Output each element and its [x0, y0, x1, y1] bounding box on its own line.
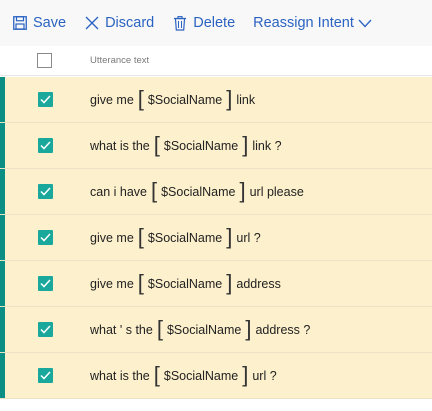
save-button[interactable]: Save	[12, 15, 66, 31]
checkmark-icon	[40, 325, 51, 334]
utterance-row[interactable]: what is the[ $SocialName] url ?	[0, 353, 432, 399]
utterance-row[interactable]: give me[ $SocialName] url ?	[0, 215, 432, 261]
entity-close-bracket: ]	[239, 177, 246, 203]
utterance-text-before: what is the	[90, 138, 150, 153]
entity-close-bracket: ]	[226, 269, 233, 295]
utterance-text-before: can i have	[90, 184, 147, 199]
utterance-text: give me[ $SocialName] address	[90, 261, 281, 306]
delete-label: Delete	[193, 15, 236, 31]
entity-label[interactable]: $SocialName	[164, 369, 238, 383]
utterance-text: give me[ $SocialName] url ?	[90, 215, 261, 260]
utterance-text: give me[ $SocialName] link	[90, 77, 255, 122]
entity-open-bracket: [	[153, 131, 160, 157]
utterance-row[interactable]: what is the[ $SocialName] link ?	[0, 123, 432, 169]
select-all-checkbox[interactable]	[37, 53, 52, 68]
row-checkbox[interactable]	[38, 184, 53, 199]
utterance-row[interactable]: can i have[$SocialName] url please	[0, 169, 432, 215]
utterance-text-before: what is the	[90, 368, 150, 383]
checkmark-icon	[40, 233, 51, 242]
row-accent-bar	[0, 307, 5, 352]
row-accent-bar	[0, 215, 5, 260]
list-header: Utterance text	[0, 46, 432, 76]
discard-button[interactable]: Discard	[84, 15, 154, 31]
entity-open-bracket: [	[137, 85, 144, 111]
row-accent-bar	[0, 77, 5, 122]
entity-open-bracket: [	[150, 177, 158, 203]
utterance-text-after: url ?	[252, 368, 277, 383]
utterance-text-after: address	[236, 276, 281, 291]
utterance-list-panel: Save Discard Delete Reassign Intent Utte…	[0, 0, 432, 411]
row-checkbox[interactable]	[38, 276, 53, 291]
entity-open-bracket: [	[137, 269, 144, 295]
utterance-rows: give me[$SocialName] link what is the[$Soc…	[0, 77, 432, 399]
checkmark-icon	[40, 279, 51, 288]
entity-open-bracket: [	[153, 361, 160, 387]
utterance-text-after: url please	[249, 184, 304, 199]
discard-label: Discard	[105, 15, 155, 31]
entity-label[interactable]: $SocialName	[161, 185, 235, 199]
checkmark-icon	[40, 187, 51, 196]
entity-close-bracket: ]	[226, 223, 233, 249]
column-header-utterance: Utterance text	[90, 55, 150, 66]
row-checkbox[interactable]	[38, 322, 53, 337]
row-accent-bar	[0, 123, 5, 168]
row-checkbox[interactable]	[38, 230, 53, 245]
checkmark-icon	[40, 141, 51, 150]
delete-button[interactable]: Delete	[172, 15, 235, 31]
utterance-text-after: link	[236, 92, 256, 107]
trash-icon	[172, 15, 188, 31]
row-checkbox[interactable]	[38, 138, 53, 153]
entity-label[interactable]: $SocialName	[148, 93, 222, 107]
entity-label[interactable]: $SocialName	[148, 231, 222, 245]
entity-open-bracket: [	[156, 315, 163, 341]
utterance-text-after: link ?	[252, 138, 282, 153]
row-accent-bar	[0, 169, 5, 214]
reassign-intent-dropdown[interactable]: Reassign Intent	[253, 15, 372, 31]
utterance-text: what is the[ $SocialName] url ?	[90, 353, 277, 398]
row-checkbox[interactable]	[38, 368, 53, 383]
utterance-row[interactable]: what ' s the[ $SocialName] address ?	[0, 307, 432, 353]
utterance-text-before: what ' s the	[90, 322, 153, 337]
utterance-text-before: give me	[90, 92, 134, 107]
checkmark-icon	[40, 95, 51, 104]
utterance-text: what is the[ $SocialName] link ?	[90, 123, 282, 168]
save-label: Save	[33, 15, 67, 31]
utterance-row[interactable]: give me[ $SocialName] address	[0, 261, 432, 307]
utterance-row[interactable]: give me[ $SocialName] link	[0, 77, 432, 123]
utterance-text: what ' s the[ $SocialName] address ?	[90, 307, 310, 352]
utterance-text-before: give me	[90, 276, 134, 291]
utterance-text-before: give me	[90, 230, 134, 245]
entity-label[interactable]: $SocialName	[167, 323, 241, 337]
chevron-down-icon	[358, 19, 372, 28]
entity-label[interactable]: $SocialName	[164, 139, 238, 153]
entity-close-bracket: ]	[242, 131, 249, 157]
utterance-text-after: address ?	[255, 322, 311, 337]
row-accent-bar	[0, 353, 5, 398]
toolbar: Save Discard Delete Reassign Intent	[0, 0, 432, 46]
entity-close-bracket: ]	[242, 361, 249, 387]
reassign-label: Reassign Intent	[253, 15, 354, 31]
save-icon	[12, 15, 28, 31]
entity-close-bracket: ]	[245, 315, 252, 341]
utterance-text-after: url ?	[236, 230, 261, 245]
entity-open-bracket: [	[137, 223, 144, 249]
utterance-text: can i have[$SocialName] url please	[90, 169, 304, 214]
entity-close-bracket: ]	[226, 85, 233, 111]
checkmark-icon	[40, 371, 51, 380]
row-accent-bar	[0, 261, 5, 306]
row-checkbox[interactable]	[38, 92, 53, 107]
entity-label[interactable]: $SocialName	[148, 277, 222, 291]
close-icon	[84, 15, 100, 31]
